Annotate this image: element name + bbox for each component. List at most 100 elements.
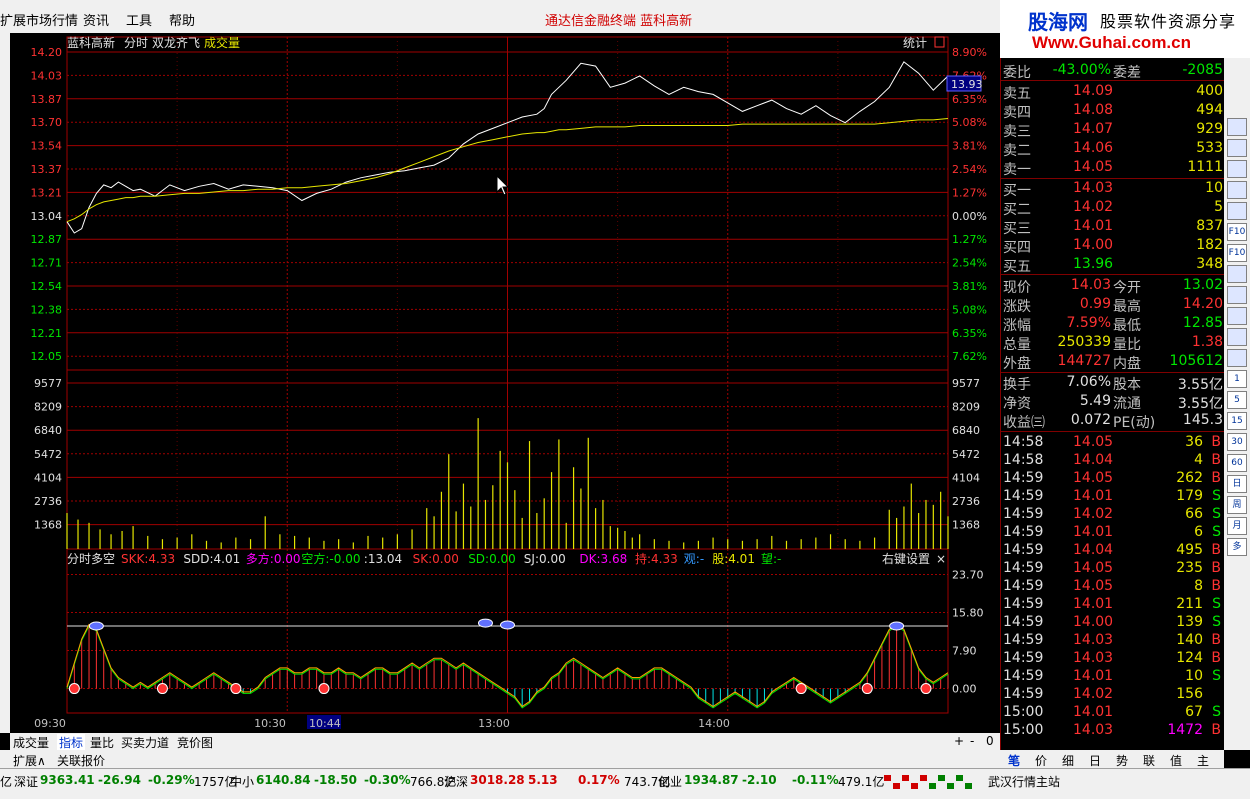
pct-tick-label: 5.08% (952, 303, 987, 316)
banner-url[interactable]: Www.Guhai.com.cn (1032, 33, 1191, 53)
tab-volume-ratio[interactable]: 量比 (90, 734, 114, 751)
period-30-button[interactable]: 30 (1227, 433, 1247, 451)
period-月-button[interactable]: 月 (1227, 517, 1247, 535)
stat-row[interactable]: 总量 250339 量比 1.38 (1001, 333, 1225, 353)
quote-panel: 委比 -43.00% 委差 -2085 卖五 14.09 400 卖四 14.08 494 卖三 14… (1000, 58, 1225, 750)
price-tick-label: 14.20 (31, 46, 63, 59)
tick-time: 14:59 (1003, 650, 1044, 666)
tab-indicator[interactable]: 指标 (57, 734, 86, 751)
buy-row[interactable]: 买二 14.02 5 (1001, 198, 1225, 218)
stat-row[interactable]: 涨跌 0.99 最高 14.20 (1001, 295, 1225, 315)
grid-icon[interactable] (1227, 286, 1247, 304)
tick-row[interactable]: 14:58 14.04 4 B (1001, 451, 1225, 470)
tick-row[interactable]: 14:59 14.02 66 S (1001, 505, 1225, 524)
tick-row[interactable]: 14:59 14.03 140 B (1001, 631, 1225, 650)
buy-row[interactable]: 买四 14.00 182 (1001, 236, 1225, 256)
menu-tools[interactable]: 工具 (126, 10, 152, 29)
tab-volume[interactable]: 成交量 (13, 734, 49, 751)
stat-row[interactable]: 外盘 144727 内盘 105612 (1001, 352, 1225, 372)
tab-related-quotes[interactable]: 关联报价 (57, 752, 105, 769)
tick-time: 14:59 (1003, 596, 1044, 612)
price-tick-label: 13.87 (31, 93, 63, 106)
news-icon[interactable] (1227, 307, 1247, 325)
period-F10-button[interactable]: F10 (1227, 244, 1247, 262)
zoom-reset-button[interactable]: 0 (986, 734, 994, 748)
quote-tab-6[interactable]: 值 (1170, 752, 1182, 769)
tick-volume: 36 (1185, 434, 1203, 450)
buy-level-label: 买三 (1003, 221, 1031, 237)
status-unit: 亿 (0, 775, 13, 789)
period-日-button[interactable]: 日 (1227, 475, 1247, 493)
quote-tab-2[interactable]: 细 (1062, 752, 1074, 769)
buy-row[interactable]: 买一 14.03 10 (1001, 179, 1225, 199)
period-周-button[interactable]: 周 (1227, 496, 1247, 514)
period-多-button[interactable]: 多 (1227, 538, 1247, 556)
intraday-chart[interactable]: 14.20 8.90% 14.03 7.62% 13.87 6.35% 13.70 5.08%… (10, 33, 1000, 733)
tick-price: 14.04 (1073, 542, 1114, 558)
tick-row[interactable]: 15:00 14.01 67 S (1001, 703, 1225, 722)
rt-icon[interactable] (1227, 118, 1247, 136)
sell-row[interactable]: 卖四 14.08 494 (1001, 101, 1225, 121)
pct-tick-label: 6.35% (952, 93, 987, 106)
stat-row[interactable]: 现价 14.03 今开 13.02 (1001, 276, 1225, 296)
list-icon[interactable] (1227, 265, 1247, 283)
sell-row[interactable]: 卖三 14.07 929 (1001, 120, 1225, 140)
tick-row[interactable]: 14:59 14.04 495 B (1001, 541, 1225, 560)
zoom-out-button[interactable]: - (970, 734, 974, 748)
stat-row[interactable]: 涨幅 7.59% 最低 12.85 (1001, 314, 1225, 334)
weibi-row[interactable]: 委比 -43.00% 委差 -2085 (1001, 61, 1225, 81)
sell-row[interactable]: 卖一 14.05 1111 (1001, 158, 1225, 178)
menu-help[interactable]: 帮助 (169, 10, 195, 29)
tick-row[interactable]: 14:59 14.05 235 B (1001, 559, 1225, 578)
quote-tab-7[interactable]: 主 (1197, 752, 1209, 769)
tick-price: 14.01 (1073, 704, 1114, 720)
period-60-button[interactable]: 60 (1227, 454, 1247, 472)
cal-icon[interactable] (1227, 349, 1247, 367)
quote-tab-1[interactable]: 价 (1035, 752, 1047, 769)
menu-news[interactable]: 资讯 (83, 10, 109, 29)
sell-row[interactable]: 卖二 14.06 533 (1001, 139, 1225, 159)
bar-icon[interactable] (1227, 139, 1247, 157)
tick-row[interactable]: 14:59 14.05 8 B (1001, 577, 1225, 596)
quote-tab-3[interactable]: 日 (1089, 752, 1101, 769)
left-scroll-strip[interactable] (0, 33, 10, 733)
finance-row[interactable]: 收益㈢ 0.072 PE(动) 145.3 (1001, 411, 1225, 431)
pct-tick-label: 7.62% (952, 350, 987, 363)
index-name: 沪深 (444, 775, 469, 789)
period-F10-button[interactable]: F10 (1227, 223, 1247, 241)
quote-tab-4[interactable]: 势 (1116, 752, 1128, 769)
tick-row[interactable]: 14:59 14.01 211 S (1001, 595, 1225, 614)
k-icon[interactable] (1227, 181, 1247, 199)
sell-row[interactable]: 卖五 14.09 400 (1001, 82, 1225, 102)
tick-row[interactable]: 14:59 14.01 179 S (1001, 487, 1225, 506)
tick-row[interactable]: 14:59 14.01 6 S (1001, 523, 1225, 542)
tick-row[interactable]: 14:58 14.05 36 B (1001, 433, 1225, 452)
tab-extension[interactable]: 扩展∧ (13, 752, 46, 769)
zoom-in-button[interactable]: + (954, 734, 964, 748)
quote-tab-0[interactable]: 笔 (1008, 752, 1020, 769)
period-1-button[interactable]: 1 (1227, 370, 1247, 388)
buy-row[interactable]: 买五 13.96 348 (1001, 255, 1225, 275)
tick-row[interactable]: 14:59 14.05 262 B (1001, 469, 1225, 488)
finance-row[interactable]: 换手 7.06% 股本 3.55亿 (1001, 373, 1225, 393)
tab-auction-chart[interactable]: 竞价图 (177, 734, 213, 751)
indicator-tick-label: 23.70 (952, 568, 984, 581)
quote-tab-5[interactable]: 联 (1143, 752, 1155, 769)
chart-icon[interactable] (1227, 202, 1247, 220)
tick-price: 14.01 (1073, 524, 1114, 540)
tab-buy-sell-force[interactable]: 买卖力道 (121, 734, 169, 751)
calc-icon[interactable] (1227, 328, 1247, 346)
buy-row[interactable]: 买三 14.01 837 (1001, 217, 1225, 237)
tick-row[interactable]: 14:59 14.03 124 B (1001, 649, 1225, 668)
buy-price: 13.96 (1073, 256, 1114, 272)
finance-row[interactable]: 净资 5.49 流通 3.55亿 (1001, 392, 1225, 412)
line-icon[interactable] (1227, 160, 1247, 178)
tick-row[interactable]: 14:59 14.02 156 (1001, 685, 1225, 704)
tick-row[interactable]: 14:59 14.01 10 S (1001, 667, 1225, 686)
tick-row[interactable]: 15:00 14.03 1472 B (1001, 721, 1225, 740)
period-5-button[interactable]: 5 (1227, 391, 1247, 409)
menu-ext-market[interactable]: 扩展市场行情 (0, 10, 78, 29)
tick-price: 14.02 (1073, 686, 1114, 702)
period-15-button[interactable]: 15 (1227, 412, 1247, 430)
tick-row[interactable]: 14:59 14.00 139 S (1001, 613, 1225, 632)
